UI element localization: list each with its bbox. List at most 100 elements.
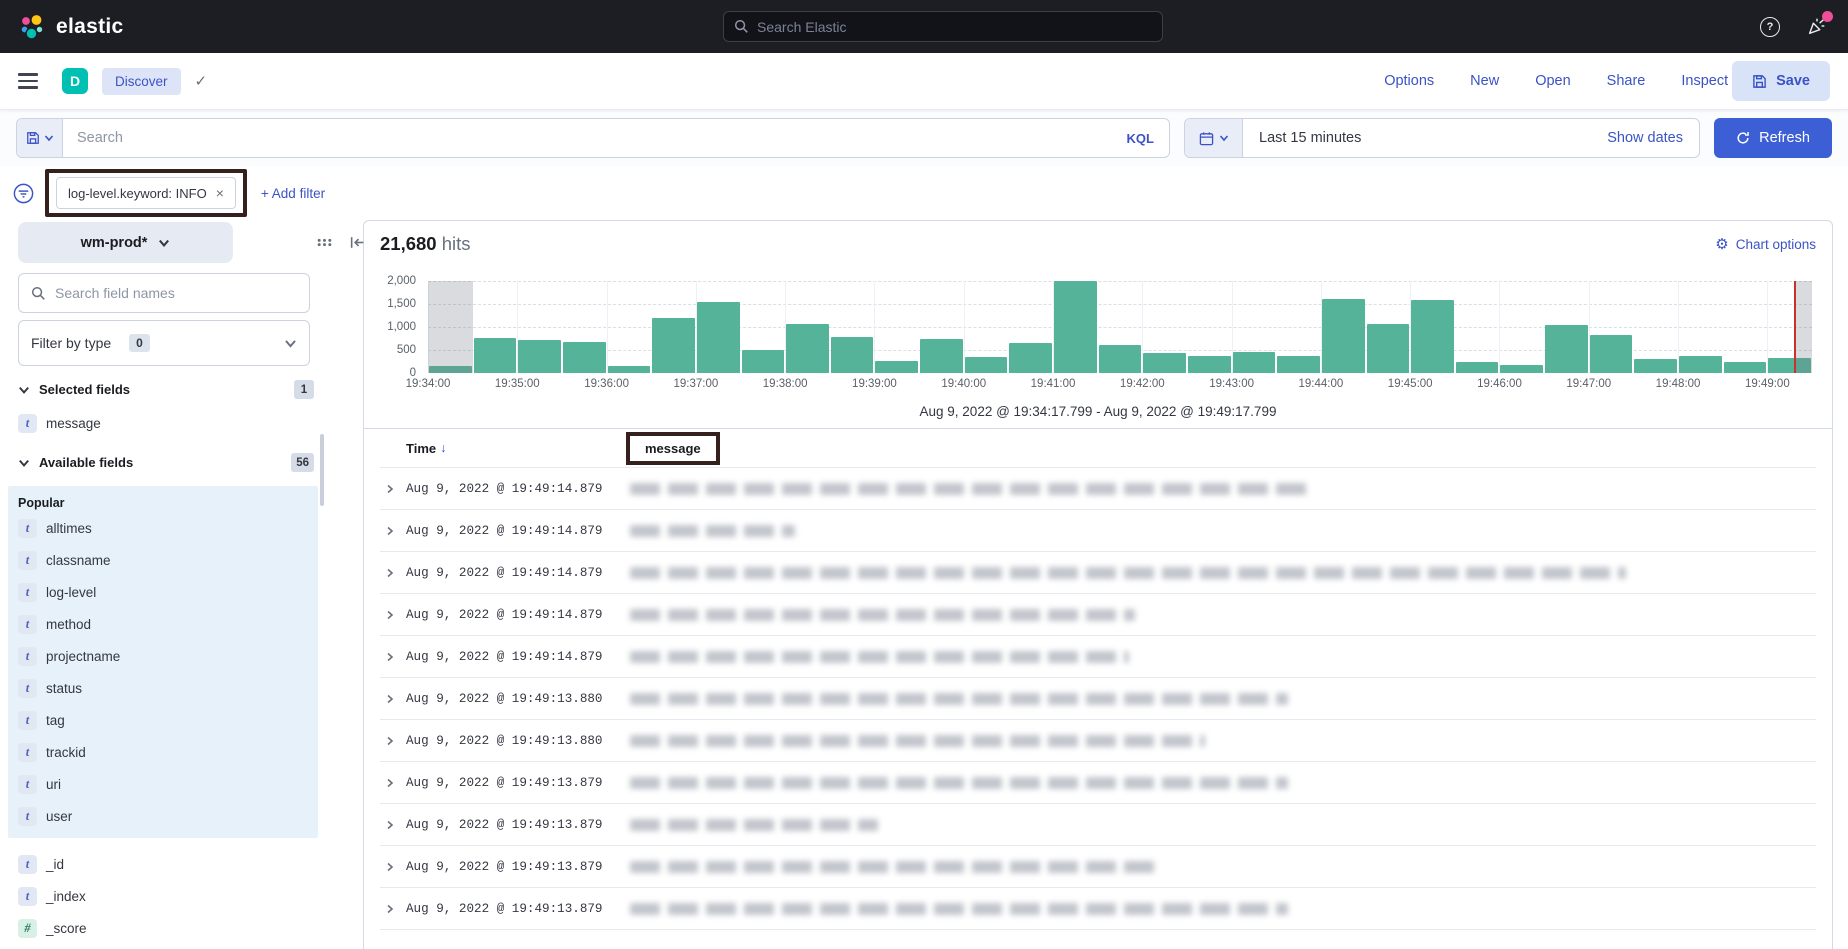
menu-icon[interactable] <box>18 73 38 88</box>
expand-row-icon[interactable] <box>380 568 398 578</box>
query-language-button[interactable]: KQL <box>1112 131 1169 146</box>
message-column-header[interactable]: message <box>645 441 701 456</box>
histogram-bar-19:42:00[interactable] <box>1143 353 1186 373</box>
table-row: Aug 9, 2022 @ 19:49:13.880 <box>380 719 1816 761</box>
global-search[interactable] <box>723 11 1163 42</box>
time-column-header[interactable]: Time ↓ <box>406 441 618 456</box>
histogram-bar-19:43:00[interactable] <box>1233 352 1276 373</box>
expand-row-icon[interactable] <box>380 610 398 620</box>
histogram-bar-19:46:30[interactable] <box>1545 325 1588 373</box>
date-picker-menu-button[interactable] <box>1185 119 1243 157</box>
histogram-bar-19:36:30[interactable] <box>652 318 695 373</box>
show-dates-button[interactable]: Show dates <box>1607 130 1699 146</box>
save-button[interactable]: Save <box>1732 61 1830 101</box>
time-range-value[interactable]: Last 15 minutes <box>1243 130 1377 146</box>
toolbar-link-new[interactable]: New <box>1470 73 1499 89</box>
newsfeed-icon[interactable] <box>1806 15 1830 39</box>
histogram-bar-19:35:00[interactable] <box>518 340 561 373</box>
histogram-bar-19:48:00[interactable] <box>1679 356 1722 373</box>
histogram-bar-19:41:00[interactable] <box>1054 281 1097 373</box>
field-item-tag[interactable]: ttag <box>18 704 318 736</box>
histogram-bar-19:47:00[interactable] <box>1590 335 1633 373</box>
elastic-logo[interactable]: elastic <box>18 13 123 41</box>
help-icon[interactable]: ? <box>1760 17 1780 37</box>
histogram-bar-19:41:30[interactable] <box>1099 345 1142 373</box>
collapse-sidebar-icon[interactable] <box>349 234 366 251</box>
histogram-bar-19:34:30[interactable] <box>474 338 517 373</box>
app-badge[interactable]: D <box>62 68 88 94</box>
field-item-projectname[interactable]: tprojectname <box>18 640 318 672</box>
histogram-bar-19:36:00[interactable] <box>608 366 651 373</box>
remove-filter-icon[interactable]: × <box>216 185 224 201</box>
time-cell: Aug 9, 2022 @ 19:49:13.880 <box>406 692 618 706</box>
field-item-method[interactable]: tmethod <box>18 608 318 640</box>
selected-fields-accordion[interactable]: Selected fields 1 <box>18 380 314 399</box>
sidebar-scrollbar[interactable] <box>320 434 324 506</box>
breadcrumb[interactable]: Discover <box>102 68 181 95</box>
histogram-bar-19:46:00[interactable] <box>1500 365 1543 373</box>
index-pattern-picker[interactable]: wm-prod* <box>18 222 233 263</box>
histogram-bar-19:37:00[interactable] <box>697 302 740 373</box>
expand-row-icon[interactable] <box>380 820 398 830</box>
field-search-box[interactable] <box>18 273 310 313</box>
histogram-bar-19:44:00[interactable] <box>1322 299 1365 373</box>
field-item-log-level[interactable]: tlog-level <box>18 576 318 608</box>
expand-row-icon[interactable] <box>380 862 398 872</box>
histogram-bar-19:45:00[interactable] <box>1411 300 1454 373</box>
histogram-bar-19:40:30[interactable] <box>1009 343 1052 373</box>
expand-row-icon[interactable] <box>380 652 398 662</box>
expand-row-icon[interactable] <box>380 778 398 788</box>
toolbar-link-options[interactable]: Options <box>1384 73 1434 89</box>
toolbar-link-open[interactable]: Open <box>1535 73 1570 89</box>
histogram-bar-19:37:30[interactable] <box>742 350 785 373</box>
expand-row-icon[interactable] <box>380 694 398 704</box>
text-field-icon: t <box>18 887 37 906</box>
global-search-input[interactable] <box>757 19 1152 35</box>
histogram-bar-19:38:30[interactable] <box>831 337 874 373</box>
chart-options-button[interactable]: ⚙ Chart options <box>1715 235 1816 253</box>
y-axis: 05001,0001,5002,000 <box>380 281 418 373</box>
field-item-_score[interactable]: #_score <box>18 912 363 944</box>
table-density-icon[interactable] <box>316 234 333 251</box>
histogram-bar-19:42:30[interactable] <box>1188 356 1231 373</box>
available-fields-accordion[interactable]: Available fields 56 <box>18 453 314 472</box>
histogram-bar-19:45:30[interactable] <box>1456 362 1499 373</box>
expand-row-icon[interactable] <box>380 526 398 536</box>
query-search-input[interactable] <box>63 119 1112 157</box>
histogram-bar-19:39:30[interactable] <box>920 339 963 373</box>
expand-row-icon[interactable] <box>380 736 398 746</box>
field-item-message[interactable]: tmessage <box>18 407 363 439</box>
histogram-bar-19:39:00[interactable] <box>875 361 918 373</box>
refresh-button[interactable]: Refresh <box>1714 118 1832 158</box>
field-item-alltimes[interactable]: talltimes <box>18 512 318 544</box>
filter-list-icon[interactable] <box>12 182 35 205</box>
filter-chip[interactable]: log-level.keyword: INFO × <box>56 177 236 209</box>
toolbar-link-inspect[interactable]: Inspect <box>1681 73 1728 89</box>
saved-query-menu-button[interactable] <box>17 119 63 157</box>
expand-row-icon[interactable] <box>380 484 398 494</box>
histogram-bar-19:48:30[interactable] <box>1724 362 1767 374</box>
histogram-bar-19:43:30[interactable] <box>1277 356 1320 373</box>
field-item-uri[interactable]: turi <box>18 768 318 800</box>
histogram-bar-19:44:30[interactable] <box>1367 324 1410 373</box>
field-item-trackid[interactable]: ttrackid <box>18 736 318 768</box>
histogram-bar-19:35:30[interactable] <box>563 342 606 373</box>
filter-by-type-dropdown[interactable]: Filter by type 0 <box>18 320 310 366</box>
field-item-_index[interactable]: t_index <box>18 880 363 912</box>
histogram-bar-19:38:00[interactable] <box>786 324 829 373</box>
histogram-plot[interactable] <box>428 281 1812 373</box>
expand-row-icon[interactable] <box>380 904 398 914</box>
text-field-icon: t <box>18 679 37 698</box>
field-item-classname[interactable]: tclassname <box>18 544 318 576</box>
gridline-vertical <box>874 281 875 373</box>
histogram-bar-19:40:00[interactable] <box>965 357 1008 373</box>
add-filter-button[interactable]: + Add filter <box>261 186 325 201</box>
field-search-input[interactable] <box>55 285 297 301</box>
sort-descending-icon[interactable]: ↓ <box>440 441 446 455</box>
field-item-_id[interactable]: t_id <box>18 848 363 880</box>
field-item-status[interactable]: tstatus <box>18 672 318 704</box>
toolbar-link-share[interactable]: Share <box>1607 73 1646 89</box>
results-card: 21,680 hits ⚙ Chart options 05001,0001,5… <box>363 220 1833 949</box>
histogram-bar-19:47:30[interactable] <box>1634 359 1677 373</box>
field-item-user[interactable]: tuser <box>18 800 318 832</box>
